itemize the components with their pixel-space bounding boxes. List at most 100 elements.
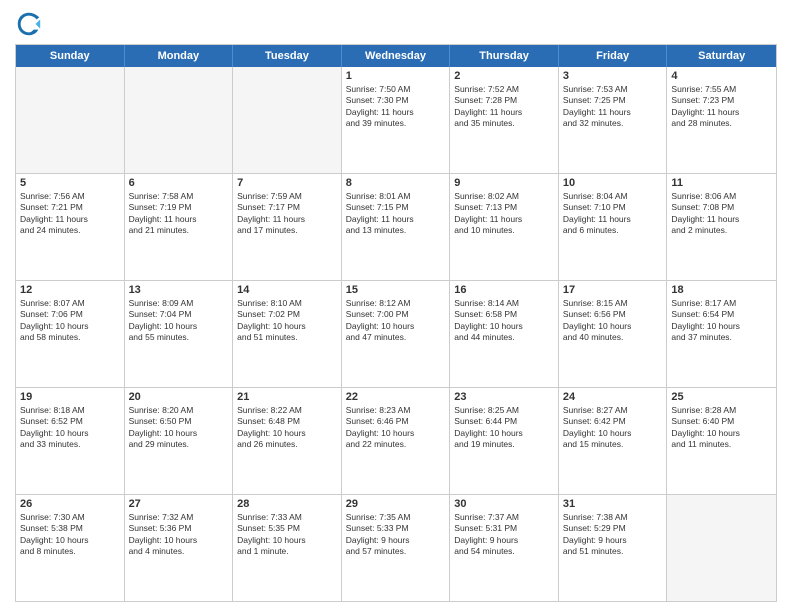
day-number: 16 (454, 284, 554, 296)
day-info: Sunrise: 8:18 AM Sunset: 6:52 PM Dayligh… (20, 405, 120, 451)
day-info: Sunrise: 7:37 AM Sunset: 5:31 PM Dayligh… (454, 512, 554, 558)
day-number: 3 (563, 70, 663, 82)
day-cell-21: 21 Sunrise: 8:22 AM Sunset: 6:48 PM Dayli… (233, 388, 342, 494)
day-cell-16: 16 Sunrise: 8:14 AM Sunset: 6:58 PM Dayli… (450, 281, 559, 387)
day-of-week-thursday: Thursday (450, 45, 559, 67)
day-info: Sunrise: 8:04 AM Sunset: 7:10 PM Dayligh… (563, 191, 663, 237)
day-cell-30: 30 Sunrise: 7:37 AM Sunset: 5:31 PM Dayli… (450, 495, 559, 601)
day-number: 7 (237, 177, 337, 189)
day-cell-24: 24 Sunrise: 8:27 AM Sunset: 6:42 PM Dayli… (559, 388, 668, 494)
calendar-row-2: 12 Sunrise: 8:07 AM Sunset: 7:06 PM Dayli… (16, 281, 776, 388)
day-number: 12 (20, 284, 120, 296)
empty-cell-4-6 (667, 495, 776, 601)
day-number: 5 (20, 177, 120, 189)
day-cell-2: 2Sunrise: 7:52 AM Sunset: 7:28 PM Daylig… (450, 67, 559, 173)
day-info: Sunrise: 8:09 AM Sunset: 7:04 PM Dayligh… (129, 298, 229, 344)
day-cell-17: 17Sunrise: 8:15 AM Sunset: 6:56 PM Dayli… (559, 281, 668, 387)
day-info: Sunrise: 8:06 AM Sunset: 7:08 PM Dayligh… (671, 191, 772, 237)
calendar: SundayMondayTuesdayWednesdayThursdayFrid… (15, 44, 777, 602)
day-info: Sunrise: 8:12 AM Sunset: 7:00 PM Dayligh… (346, 298, 446, 344)
day-cell-12: 12 Sunrise: 8:07 AM Sunset: 7:06 PM Dayli… (16, 281, 125, 387)
day-info: Sunrise: 8:23 AM Sunset: 6:46 PM Dayligh… (346, 405, 446, 451)
day-number: 28 (237, 498, 337, 510)
day-of-week-saturday: Saturday (667, 45, 776, 67)
day-cell-8: 8Sunrise: 8:01 AM Sunset: 7:15 PM Daylig… (342, 174, 451, 280)
day-cell-7: 7 Sunrise: 7:59 AM Sunset: 7:17 PM Daylig… (233, 174, 342, 280)
day-number: 4 (671, 70, 772, 82)
day-info: Sunrise: 8:20 AM Sunset: 6:50 PM Dayligh… (129, 405, 229, 451)
day-number: 25 (671, 391, 772, 403)
day-info: Sunrise: 8:07 AM Sunset: 7:06 PM Dayligh… (20, 298, 120, 344)
day-number: 31 (563, 498, 663, 510)
day-cell-9: 9 Sunrise: 8:02 AM Sunset: 7:13 PM Daylig… (450, 174, 559, 280)
day-cell-18: 18 Sunrise: 8:17 AM Sunset: 6:54 PM Dayli… (667, 281, 776, 387)
calendar-row-1: 5 Sunrise: 7:56 AM Sunset: 7:21 PM Daylig… (16, 174, 776, 281)
day-info: Sunrise: 7:33 AM Sunset: 5:35 PM Dayligh… (237, 512, 337, 558)
day-cell-25: 25 Sunrise: 8:28 AM Sunset: 6:40 PM Dayli… (667, 388, 776, 494)
day-cell-26: 26 Sunrise: 7:30 AM Sunset: 5:38 PM Dayli… (16, 495, 125, 601)
day-info: Sunrise: 7:59 AM Sunset: 7:17 PM Dayligh… (237, 191, 337, 237)
day-cell-23: 23 Sunrise: 8:25 AM Sunset: 6:44 PM Dayli… (450, 388, 559, 494)
day-cell-15: 15Sunrise: 8:12 AM Sunset: 7:00 PM Dayli… (342, 281, 451, 387)
day-cell-19: 19 Sunrise: 8:18 AM Sunset: 6:52 PM Dayli… (16, 388, 125, 494)
day-number: 1 (346, 70, 446, 82)
day-cell-5: 5 Sunrise: 7:56 AM Sunset: 7:21 PM Daylig… (16, 174, 125, 280)
day-info: Sunrise: 8:25 AM Sunset: 6:44 PM Dayligh… (454, 405, 554, 451)
day-cell-6: 6 Sunrise: 7:58 AM Sunset: 7:19 PM Daylig… (125, 174, 234, 280)
day-cell-3: 3 Sunrise: 7:53 AM Sunset: 7:25 PM Daylig… (559, 67, 668, 173)
day-number: 21 (237, 391, 337, 403)
logo (15, 10, 47, 38)
day-cell-20: 20 Sunrise: 8:20 AM Sunset: 6:50 PM Dayli… (125, 388, 234, 494)
day-info: Sunrise: 8:28 AM Sunset: 6:40 PM Dayligh… (671, 405, 772, 451)
day-number: 13 (129, 284, 229, 296)
day-number: 26 (20, 498, 120, 510)
day-info: Sunrise: 7:53 AM Sunset: 7:25 PM Dayligh… (563, 84, 663, 130)
day-info: Sunrise: 8:02 AM Sunset: 7:13 PM Dayligh… (454, 191, 554, 237)
day-cell-4: 4 Sunrise: 7:55 AM Sunset: 7:23 PM Daylig… (667, 67, 776, 173)
day-cell-14: 14Sunrise: 8:10 AM Sunset: 7:02 PM Dayli… (233, 281, 342, 387)
day-cell-1: 1 Sunrise: 7:50 AM Sunset: 7:30 PM Daylig… (342, 67, 451, 173)
day-number: 11 (671, 177, 772, 189)
day-cell-11: 11 Sunrise: 8:06 AM Sunset: 7:08 PM Dayli… (667, 174, 776, 280)
calendar-header: SundayMondayTuesdayWednesdayThursdayFrid… (16, 45, 776, 67)
day-number: 20 (129, 391, 229, 403)
day-of-week-wednesday: Wednesday (342, 45, 451, 67)
day-info: Sunrise: 8:14 AM Sunset: 6:58 PM Dayligh… (454, 298, 554, 344)
day-number: 24 (563, 391, 663, 403)
day-info: Sunrise: 7:32 AM Sunset: 5:36 PM Dayligh… (129, 512, 229, 558)
day-info: Sunrise: 7:55 AM Sunset: 7:23 PM Dayligh… (671, 84, 772, 130)
day-cell-13: 13 Sunrise: 8:09 AM Sunset: 7:04 PM Dayli… (125, 281, 234, 387)
day-of-week-monday: Monday (125, 45, 234, 67)
day-info: Sunrise: 8:22 AM Sunset: 6:48 PM Dayligh… (237, 405, 337, 451)
logo-icon (15, 10, 43, 38)
day-info: Sunrise: 7:30 AM Sunset: 5:38 PM Dayligh… (20, 512, 120, 558)
day-info: Sunrise: 7:38 AM Sunset: 5:29 PM Dayligh… (563, 512, 663, 558)
day-cell-29: 29Sunrise: 7:35 AM Sunset: 5:33 PM Dayli… (342, 495, 451, 601)
day-cell-28: 28 Sunrise: 7:33 AM Sunset: 5:35 PM Dayli… (233, 495, 342, 601)
header (15, 10, 777, 38)
day-number: 9 (454, 177, 554, 189)
day-number: 19 (20, 391, 120, 403)
calendar-row-4: 26 Sunrise: 7:30 AM Sunset: 5:38 PM Dayli… (16, 495, 776, 601)
day-cell-10: 10Sunrise: 8:04 AM Sunset: 7:10 PM Dayli… (559, 174, 668, 280)
day-info: Sunrise: 7:56 AM Sunset: 7:21 PM Dayligh… (20, 191, 120, 237)
day-number: 6 (129, 177, 229, 189)
day-cell-27: 27Sunrise: 7:32 AM Sunset: 5:36 PM Dayli… (125, 495, 234, 601)
day-number: 30 (454, 498, 554, 510)
day-number: 23 (454, 391, 554, 403)
day-of-week-sunday: Sunday (16, 45, 125, 67)
day-info: Sunrise: 8:27 AM Sunset: 6:42 PM Dayligh… (563, 405, 663, 451)
day-info: Sunrise: 8:17 AM Sunset: 6:54 PM Dayligh… (671, 298, 772, 344)
day-cell-31: 31 Sunrise: 7:38 AM Sunset: 5:29 PM Dayli… (559, 495, 668, 601)
empty-cell-0-1 (125, 67, 234, 173)
calendar-row-0: 1 Sunrise: 7:50 AM Sunset: 7:30 PM Daylig… (16, 67, 776, 174)
day-of-week-tuesday: Tuesday (233, 45, 342, 67)
day-info: Sunrise: 8:01 AM Sunset: 7:15 PM Dayligh… (346, 191, 446, 237)
day-number: 18 (671, 284, 772, 296)
empty-cell-0-0 (16, 67, 125, 173)
day-info: Sunrise: 8:10 AM Sunset: 7:02 PM Dayligh… (237, 298, 337, 344)
day-info: Sunrise: 7:50 AM Sunset: 7:30 PM Dayligh… (346, 84, 446, 130)
day-cell-22: 22 Sunrise: 8:23 AM Sunset: 6:46 PM Dayli… (342, 388, 451, 494)
day-number: 22 (346, 391, 446, 403)
day-info: Sunrise: 7:58 AM Sunset: 7:19 PM Dayligh… (129, 191, 229, 237)
